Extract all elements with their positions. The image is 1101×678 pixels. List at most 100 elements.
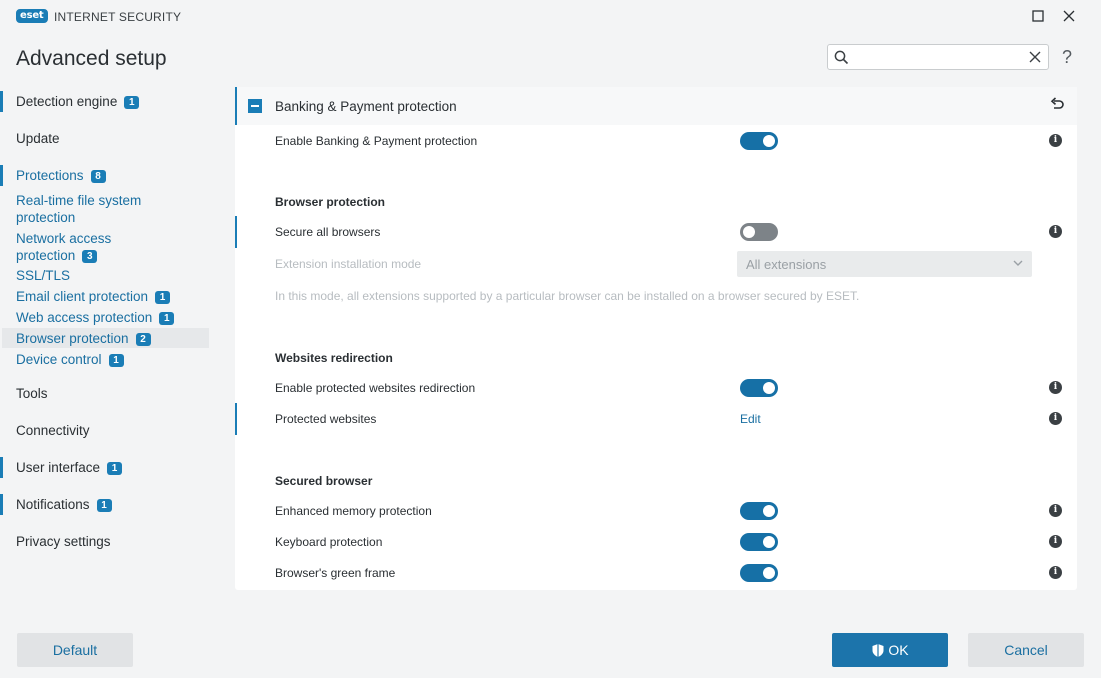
clear-search-icon[interactable]	[1028, 50, 1042, 69]
sidebar-item-detection-engine[interactable]: Detection engine 1	[0, 91, 210, 112]
green-frame-toggle[interactable]	[740, 564, 778, 582]
info-icon[interactable]: i	[1049, 134, 1062, 147]
count-badge: 2	[135, 333, 151, 346]
search-input[interactable]	[854, 48, 1024, 66]
sidebar-item-update[interactable]: Update	[0, 131, 210, 146]
cancel-button[interactable]: Cancel	[968, 633, 1084, 667]
ok-button[interactable]: OK	[832, 633, 948, 667]
info-icon[interactable]: i	[1049, 412, 1062, 425]
sidebar-item-label: Network access	[16, 231, 112, 246]
extension-mode-note: In this mode, all extensions supported b…	[275, 289, 860, 303]
count-badge: 1	[159, 312, 175, 325]
enable-redirection-toggle[interactable]	[740, 379, 778, 397]
info-icon[interactable]: i	[1049, 225, 1062, 238]
setting-row-secure-all-browsers: Secure all browsers i	[235, 216, 1077, 248]
settings-panel: Banking & Payment protection Enable Bank…	[235, 87, 1077, 590]
setting-row-green-frame: Browser's green frame i	[235, 558, 1077, 588]
sidebar-item-web-access-protection[interactable]: Web access protection 1	[0, 310, 210, 325]
sidebar-item-label: Browser protection	[16, 331, 129, 346]
setting-row-keyboard-protection: Keyboard protection i	[235, 527, 1077, 557]
sidebar-item-tools[interactable]: Tools	[0, 386, 210, 401]
sidebar-item-privacy-settings[interactable]: Privacy settings	[0, 534, 210, 549]
eset-logo: eset	[16, 9, 48, 23]
close-icon	[1063, 10, 1075, 22]
search-icon	[834, 50, 849, 70]
search-box[interactable]	[827, 44, 1049, 70]
chevron-down-icon	[1013, 260, 1023, 266]
revert-icon[interactable]	[1049, 97, 1065, 118]
sidebar-item-label: Real-time file system	[16, 193, 142, 208]
count-badge: 3	[82, 250, 98, 263]
sidebar-item-label: Privacy settings	[16, 534, 111, 549]
title-bar: eset INTERNET SECURITY	[0, 0, 1101, 32]
sidebar-item-label: Connectivity	[16, 423, 90, 438]
sidebar-item-label: Device control	[16, 352, 102, 367]
sidebar-item-user-interface[interactable]: User interface 1	[0, 457, 210, 478]
info-icon[interactable]: i	[1049, 504, 1062, 517]
count-badge: 1	[96, 499, 112, 512]
count-badge: 1	[107, 462, 123, 475]
default-button[interactable]: Default	[17, 633, 133, 667]
ok-label: OK	[888, 642, 909, 658]
sidebar-item-label: Tools	[16, 386, 48, 401]
setting-label: Browser's green frame	[275, 566, 396, 580]
setting-row-enable-banking: Enable Banking & Payment protection i	[235, 126, 1077, 156]
shield-icon	[872, 643, 884, 657]
maximize-icon	[1032, 10, 1044, 22]
sidebar-item-label: Detection engine	[16, 94, 118, 109]
sidebar-item-label-line2: protection	[16, 248, 76, 263]
websites-redirection-heading: Websites redirection	[275, 351, 393, 365]
setting-label: Secure all browsers	[275, 225, 381, 239]
sidebar-item-label: Update	[16, 131, 60, 146]
sidebar-item-notifications[interactable]: Notifications 1	[0, 494, 210, 515]
section-title: Banking & Payment protection	[275, 99, 457, 114]
setting-row-memory-protection: Enhanced memory protection i	[235, 496, 1077, 526]
info-icon[interactable]: i	[1049, 535, 1062, 548]
select-value: All extensions	[746, 257, 827, 272]
sidebar-item-label: User interface	[16, 460, 101, 475]
count-badge: 1	[108, 354, 124, 367]
sidebar-item-browser-protection[interactable]: Browser protection 2	[2, 328, 209, 348]
edit-protected-websites-link[interactable]: Edit	[740, 412, 761, 426]
setting-label: Enable Banking & Payment protection	[275, 134, 478, 148]
setting-label: Enhanced memory protection	[275, 504, 432, 518]
setting-row-extension-mode: Extension installation mode All extensio…	[235, 249, 1077, 279]
enable-banking-toggle[interactable]	[740, 132, 778, 150]
sidebar-item-label: SSL/TLS	[16, 268, 71, 283]
sidebar-item-ssl-tls[interactable]: SSL/TLS	[0, 268, 210, 283]
setting-row-protected-websites: Protected websites Edit i	[235, 403, 1077, 435]
sidebar-item-label: Web access protection	[16, 310, 153, 325]
app-name: INTERNET SECURITY	[54, 10, 182, 24]
close-button[interactable]	[1055, 4, 1083, 28]
setting-label: Protected websites	[275, 412, 377, 426]
sidebar-item-network-access-protection[interactable]: Network access protection 3	[0, 230, 210, 264]
setting-label: Enable protected websites redirection	[275, 381, 476, 395]
sidebar-item-label: Protections	[16, 168, 84, 183]
browser-protection-heading: Browser protection	[275, 195, 386, 209]
sidebar-item-email-client-protection[interactable]: Email client protection 1	[0, 289, 210, 304]
count-badge: 8	[90, 170, 106, 183]
collapse-icon[interactable]	[248, 99, 262, 113]
help-icon[interactable]: ?	[1062, 47, 1072, 68]
setting-label: Keyboard protection	[275, 535, 383, 549]
sidebar-item-label: Email client protection	[16, 289, 149, 304]
setting-row-enable-redirection: Enable protected websites redirection i	[235, 373, 1077, 403]
count-badge: 1	[155, 291, 171, 304]
info-icon[interactable]: i	[1049, 381, 1062, 394]
maximize-button[interactable]	[1024, 4, 1052, 28]
info-icon[interactable]: i	[1049, 566, 1062, 579]
count-badge: 1	[124, 96, 140, 109]
sidebar-item-connectivity[interactable]: Connectivity	[0, 423, 210, 438]
sidebar-item-protections[interactable]: Protections 8	[0, 165, 210, 186]
extension-mode-select: All extensions	[737, 251, 1032, 277]
sidebar-item-label: Notifications	[16, 497, 90, 512]
sidebar-item-device-control[interactable]: Device control 1	[0, 352, 210, 367]
sidebar-item-label-line2: protection	[16, 210, 76, 225]
setting-label: Extension installation mode	[275, 257, 422, 271]
memory-protection-toggle[interactable]	[740, 502, 778, 520]
secure-all-browsers-toggle[interactable]	[740, 223, 778, 241]
section-header: Banking & Payment protection	[235, 87, 1077, 125]
keyboard-protection-toggle[interactable]	[740, 533, 778, 551]
secured-browser-heading: Secured browser	[275, 474, 373, 488]
sidebar-item-realtime-protection[interactable]: Real-time file system protection	[0, 192, 210, 226]
